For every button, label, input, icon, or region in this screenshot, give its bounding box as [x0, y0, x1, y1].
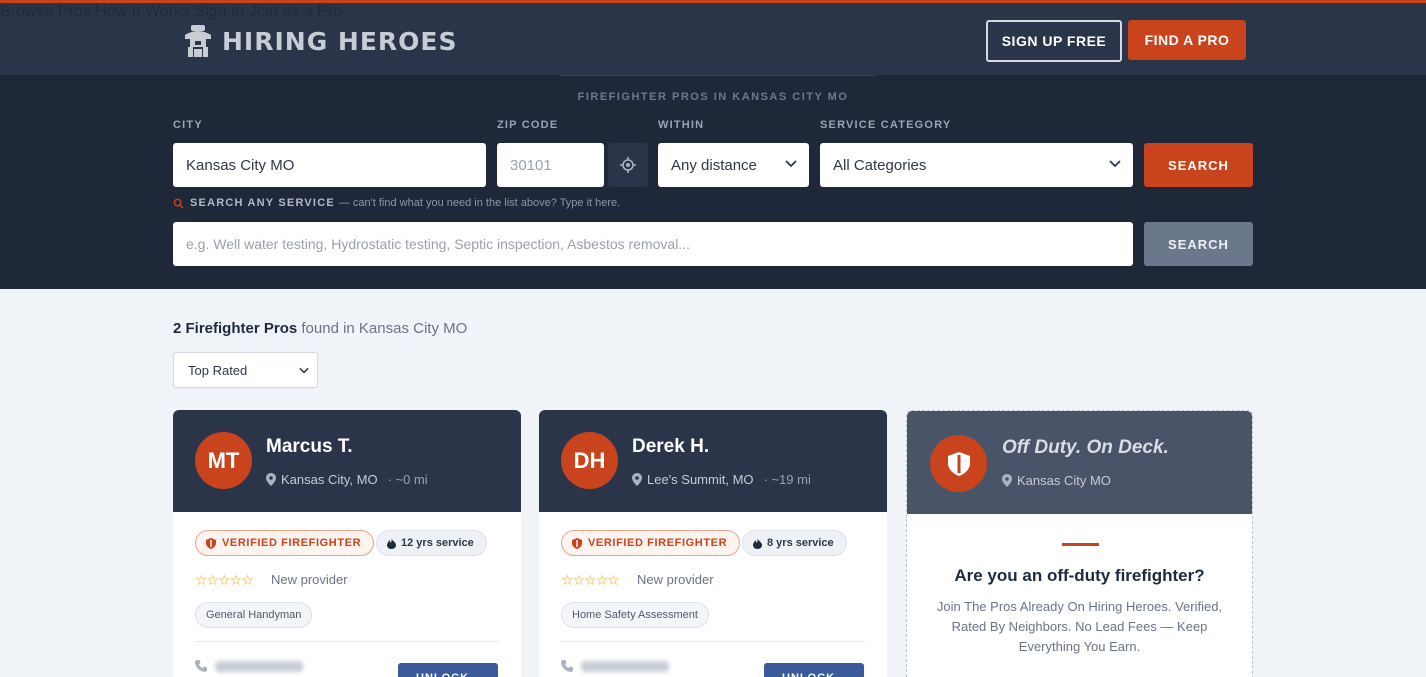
flame-icon [387, 537, 396, 549]
phone-icon [195, 660, 207, 672]
pro-distance: · ~19 mi [763, 472, 811, 487]
chevron-down-icon [785, 160, 797, 168]
locate-me-button[interactable] [608, 143, 648, 187]
any-service-input[interactable]: e.g. Well water testing, Hydrostatic tes… [173, 222, 1133, 266]
category-select-value: All Categories [833, 156, 927, 174]
zip-label: ZIP CODE [497, 119, 559, 131]
flame-icon [753, 537, 762, 549]
pro-card[interactable]: MT Marcus T. Kansas City, MO · ~0 mi VER… [173, 410, 521, 677]
blurred-phone-number [215, 660, 303, 672]
service-years-label: 8 yrs service [767, 537, 834, 549]
phone-icon [561, 660, 573, 672]
promo-city: Kansas City MO [1017, 473, 1111, 488]
pro-distance: · ~0 mi [387, 472, 428, 487]
any-service-hint: SEARCH ANY SERVICE — can't find what you… [173, 197, 620, 209]
verified-badge-label: VERIFIED FIREFIGHTER [588, 537, 728, 549]
sort-select-value: Top Rated [188, 362, 248, 378]
results-count: 2 Firefighter Pros found in Kansas City … [173, 320, 467, 337]
promo-title: Off Duty. On Deck. [1002, 437, 1169, 458]
service-tag: Home Safety Assessment [561, 602, 709, 628]
map-pin-icon [1002, 474, 1012, 487]
promo-badge [930, 435, 987, 492]
verified-badge-label: VERIFIED FIREFIGHTER [222, 537, 362, 549]
sort-select[interactable]: Top Rated [173, 352, 318, 388]
promo-card-header: Off Duty. On Deck. Kansas City MO [907, 411, 1252, 514]
any-service-description: — can't find what you need in the list a… [338, 197, 621, 209]
avatar: MT [195, 432, 252, 489]
verified-badge: VERIFIED FIREFIGHTER [195, 530, 375, 556]
pro-card-header: MT Marcus T. Kansas City, MO · ~0 mi [173, 410, 521, 512]
divider [561, 641, 865, 642]
top-navbar: HIRING HEROES Browse Pros How It Works S… [0, 0, 1426, 75]
pro-location: Kansas City, MO · ~0 mi [266, 472, 428, 487]
map-pin-icon [266, 473, 276, 486]
unlock-button[interactable]: UNLOCK [764, 663, 864, 677]
search-panel: FIREFIGHTER PROS IN KANSAS CITY MO CITY … [0, 75, 1426, 289]
chevron-down-icon [299, 367, 309, 374]
nav-sign-in[interactable]: Sign In [194, 3, 244, 20]
rating-stars: ☆☆☆☆☆ [195, 572, 254, 588]
nav-browse-pros[interactable]: Browse Pros [0, 3, 91, 20]
search-button[interactable]: SEARCH [1144, 143, 1253, 187]
nav-join-as-pro[interactable]: Join as a Pro [249, 3, 342, 20]
pro-name[interactable]: Derek H. [632, 436, 709, 458]
category-select[interactable]: All Categories [820, 143, 1133, 187]
results-location: found in Kansas City MO [301, 320, 468, 337]
service-years-label: 12 yrs service [401, 537, 474, 549]
firefighter-logo-icon [185, 25, 211, 57]
category-label: SERVICE CATEGORY [820, 119, 952, 131]
divider [560, 75, 876, 76]
join-as-pro-card[interactable]: Off Duty. On Deck. Kansas City MO Are yo… [906, 410, 1253, 677]
divider [195, 641, 499, 642]
shield-icon [572, 537, 582, 549]
unlock-button[interactable]: UNLOCK [398, 663, 498, 677]
chevron-down-icon [1109, 160, 1121, 168]
search-icon [173, 198, 184, 209]
nav-how-it-works[interactable]: How It Works [95, 3, 190, 20]
promo-question: Are you an off-duty firefighter? [954, 566, 1205, 585]
rating-text: New provider [271, 572, 348, 587]
avatar: DH [561, 432, 618, 489]
find-a-pro-button[interactable]: FIND A PRO [1128, 20, 1246, 60]
within-select-value: Any distance [671, 156, 757, 174]
brand-logo[interactable]: HIRING HEROES [180, 23, 458, 59]
rating-text: New provider [637, 572, 714, 587]
shield-icon [206, 537, 216, 549]
crosshair-icon [620, 157, 636, 173]
accent-divider [1062, 543, 1099, 546]
any-service-search-button[interactable]: SEARCH [1144, 222, 1253, 266]
pro-city: Kansas City, MO [281, 472, 378, 487]
pro-card-header: DH Derek H. Lee's Summit, MO · ~19 mi [539, 410, 887, 512]
promo-location: Kansas City MO [1002, 473, 1111, 488]
service-years-badge: 12 yrs service [376, 530, 487, 556]
any-service-label: SEARCH ANY SERVICE [190, 197, 335, 209]
pro-city: Lee's Summit, MO [647, 472, 754, 487]
sign-up-free-button[interactable]: SIGN UP FREE [986, 20, 1122, 62]
city-label: CITY [173, 119, 203, 131]
within-label: WITHIN [658, 119, 705, 131]
results-count-number: 2 Firefighter Pros [173, 320, 298, 337]
city-input[interactable]: Kansas City MO [173, 143, 486, 187]
promo-description: Join The Pros Already On Hiring Heroes. … [936, 599, 1223, 654]
pro-card[interactable]: DH Derek H. Lee's Summit, MO · ~19 mi VE… [539, 410, 887, 677]
verified-badge: VERIFIED FIREFIGHTER [561, 530, 741, 556]
blurred-phone-number [581, 660, 669, 672]
within-select[interactable]: Any distance [658, 143, 809, 187]
zip-input[interactable]: 30101 [497, 143, 604, 187]
pro-location: Lee's Summit, MO · ~19 mi [632, 472, 811, 487]
search-panel-title: FIREFIGHTER PROS IN KANSAS CITY MO [577, 91, 849, 103]
rating-stars: ☆☆☆☆☆ [561, 572, 620, 588]
phone-hidden [195, 660, 303, 672]
map-pin-icon [632, 473, 642, 486]
service-years-badge: 8 yrs service [742, 530, 847, 556]
pro-name[interactable]: Marcus T. [266, 436, 353, 458]
brand-name: HIRING HEROES [222, 26, 458, 56]
shield-icon [947, 451, 970, 476]
phone-hidden [561, 660, 669, 672]
service-tag: General Handyman [195, 602, 313, 628]
